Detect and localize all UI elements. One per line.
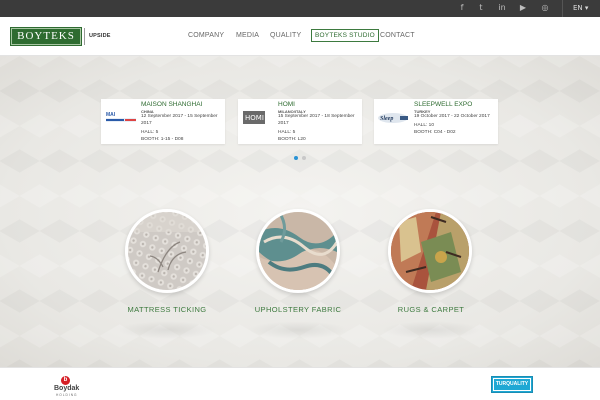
linkedin-icon[interactable]: in [497, 3, 507, 13]
maison-logo: MAI [105, 111, 136, 122]
boydak-logo-icon[interactable]: b [61, 376, 70, 385]
footer: b Boydak HOLDING TURQUALITY [0, 367, 600, 400]
product-shadow [117, 321, 217, 339]
event-hall: HALL: 5 [141, 130, 159, 135]
holding-text: HOLDING [56, 393, 78, 397]
instagram-icon[interactable]: ◎ [540, 3, 550, 13]
event-title: HOMI [278, 101, 295, 108]
event-dates: 19 October 2017 - 22 October 2017 [414, 114, 490, 119]
event-hall: HALL: 5 [278, 130, 296, 135]
nav-media[interactable]: MEDIA [236, 32, 259, 39]
boydak-logo-text[interactable]: Boydak [54, 385, 79, 392]
event-title: SLEEPWELL EXPO [414, 101, 473, 108]
event-dates: 15 September 2017 - 18 September 2017 [278, 114, 355, 126]
header: BOYTEKS UPSIDE COMPANY MEDIA QUALITY BOY… [0, 17, 600, 56]
nav-boyteks-studio[interactable]: BOYTEKS STUDIO [311, 29, 379, 42]
carousel-dot-2[interactable] [302, 156, 306, 160]
event-booth: BOOTH: 1-15 - D08 [141, 137, 184, 142]
turquality-badge[interactable]: TURQUALITY [491, 376, 533, 393]
event-card-homi[interactable]: HOMI HOMI MILANO/ITALY 15 September 2017… [238, 99, 362, 144]
product-label-upholstery[interactable]: UPHOLSTERY FABRIC [255, 305, 342, 314]
youtube-icon[interactable]: ▶ [518, 3, 528, 13]
sleepwell-logo: Sleep [378, 113, 408, 123]
logo-subtitle: UPSIDE [89, 33, 111, 39]
event-booth: BOOTH: L20 [278, 137, 306, 142]
nav-company[interactable]: COMPANY [188, 32, 224, 39]
carousel-dot-1[interactable] [294, 156, 298, 160]
event-hall: HALL: 10 [414, 123, 435, 128]
nav-contact[interactable]: CONTACT [380, 32, 415, 39]
main-content: MAI MAISON SHANGHAI CHINA 12 September 2… [0, 56, 600, 367]
svg-text:Sleep: Sleep [380, 116, 393, 122]
event-card-sleepwell[interactable]: Sleep SLEEPWELL EXPO TURKEY 19 October 2… [374, 99, 498, 144]
svg-text:HOMI: HOMI [245, 114, 264, 122]
mattress-ticking-image[interactable] [125, 209, 209, 293]
language-selector[interactable]: EN ▾ [573, 3, 588, 13]
svg-text:MAI: MAI [106, 112, 116, 118]
twitter-icon[interactable]: t [476, 3, 486, 13]
event-dates: 12 September 2017 - 15 September 2017 [141, 114, 218, 126]
homi-logo: HOMI [243, 111, 265, 124]
product-shadow [381, 321, 481, 339]
product-shadow [248, 321, 348, 339]
boyteks-logo[interactable]: BOYTEKS [10, 27, 82, 46]
product-label-rugs[interactable]: RUGS & CARPET [398, 305, 464, 314]
event-card-maison[interactable]: MAI MAISON SHANGHAI CHINA 12 September 2… [101, 99, 225, 144]
upholstery-fabric-image[interactable] [256, 209, 340, 293]
rugs-carpet-image[interactable] [388, 209, 472, 293]
divider [562, 0, 563, 17]
event-title: MAISON SHANGHAI [141, 101, 203, 108]
nav-quality[interactable]: QUALITY [270, 32, 301, 39]
product-label-mattress[interactable]: MATTRESS TICKING [127, 305, 206, 314]
facebook-icon[interactable]: f [457, 3, 467, 13]
event-booth: BOOTH: C04 - D02 [414, 130, 456, 135]
top-bar: f t in ▶ ◎ EN ▾ [0, 0, 600, 17]
logo-divider [84, 28, 85, 45]
